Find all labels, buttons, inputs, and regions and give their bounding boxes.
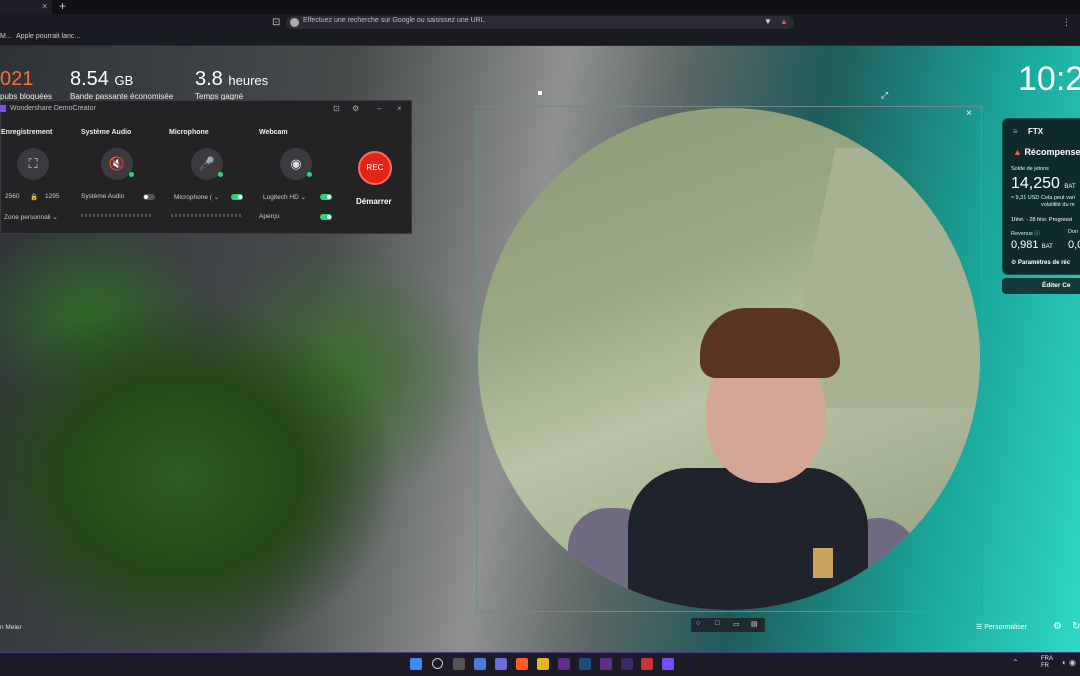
recording-label: Enregistrement (1, 129, 53, 136)
rec-button[interactable]: REC (358, 151, 392, 185)
capture-handle[interactable] (538, 91, 542, 95)
zone-select[interactable]: Zone personnali ⌄ (4, 213, 58, 221)
status-dot (307, 172, 312, 177)
app-icon[interactable] (621, 658, 633, 670)
microphone-label: Microphone (169, 129, 209, 136)
person-vest (628, 468, 868, 610)
tab-strip: × + (0, 0, 1080, 14)
edit-cards-button[interactable]: Éditer Ce (1002, 278, 1080, 294)
revenue-value: 0,981 BAT (1011, 239, 1053, 251)
stop-icon[interactable]: □ (715, 620, 719, 627)
screenshot-icon[interactable]: ⊡ (333, 104, 340, 113)
address-bar-placeholder[interactable]: Effectuez une recherche sur Google ou sa… (303, 17, 485, 24)
windows-start-icon[interactable] (410, 658, 422, 670)
lock-icon[interactable]: 🔒 (30, 193, 38, 201)
tray-chevron-icon[interactable]: ⌃ (1012, 658, 1019, 667)
ftx-brand[interactable]: FTX (1028, 127, 1043, 136)
brave-browser-icon[interactable] (516, 658, 528, 670)
vest-zipper (813, 548, 833, 578)
personalize-button[interactable]: ☰ Personnaliser (976, 623, 1027, 631)
fx-icon[interactable]: ▤ (751, 620, 758, 628)
preview-toggle[interactable] (320, 214, 332, 220)
democreator-logo-icon (0, 105, 6, 112)
preview-label: Aperçu (259, 213, 280, 220)
microphone-select[interactable]: Microphone ( ⌄ (174, 193, 219, 201)
balance-value: 14,250 BAT (1011, 175, 1076, 192)
webcam-toggle[interactable] (320, 194, 332, 200)
gear-icon[interactable]: ⚙ (1053, 621, 1062, 632)
photo-credit[interactable]: n Meier (0, 624, 22, 631)
screen-icon[interactable]: ▭ (733, 620, 740, 628)
system-audio-meter (81, 214, 153, 217)
status-dot (129, 172, 134, 177)
more-menu-icon[interactable]: ⋮ (1062, 17, 1071, 28)
microphone-meter (171, 214, 243, 217)
date-range: 1févr. - 28 févr. Progressi (1011, 217, 1073, 223)
language-indicator[interactable]: FRA FR (1041, 656, 1053, 670)
premiere-icon[interactable] (558, 658, 570, 670)
balance-note: Cela peut vari volatilité du m (1041, 195, 1075, 208)
minimize-icon[interactable]: – (377, 104, 381, 113)
system-audio-select[interactable]: Système Audio (81, 193, 124, 200)
democreator-panel: Wondershare DemoCreator ⊡ ⚙ – × Enregist… (0, 100, 412, 234)
webcam-overlay (478, 108, 980, 610)
webcam-label: Webcam (259, 129, 288, 136)
file-explorer-icon[interactable] (537, 658, 549, 670)
address-bar[interactable]: Effectuez une recherche sur Google ou sa… (286, 16, 794, 29)
recording-control-bar: ○ □ ▭ ▤ (691, 618, 765, 632)
after-effects-icon[interactable] (600, 658, 612, 670)
status-dot (218, 172, 223, 177)
clock: 10:2 (1018, 60, 1080, 98)
balance-label: Solde de jetons (1011, 166, 1049, 172)
time-saved: 3.8 heures (195, 68, 269, 90)
system-audio-label: Système Audio (81, 129, 132, 136)
record-icon[interactable]: ○ (696, 620, 700, 627)
webcam-select[interactable]: Logitech HD ⌄ (263, 193, 306, 201)
balance-usd: ≈ 9,31 USD (1011, 195, 1040, 201)
height-input[interactable]: 1295 (45, 193, 59, 200)
ads-blocked-count: 021 (0, 68, 34, 90)
system-audio-toggle[interactable] (143, 194, 155, 200)
donation-value: 0,0 (1068, 239, 1080, 251)
microphone-toggle[interactable] (231, 194, 243, 200)
democreator-title: Wondershare DemoCreator (10, 105, 96, 112)
taskbar: ⌃ FRA FR ◐ ◉ (0, 652, 1080, 676)
bookmark-item[interactable]: Apple pourrait lanc... (16, 33, 80, 40)
expand-icon[interactable]: ⤢ (881, 90, 888, 101)
width-input[interactable]: 2560 (5, 193, 19, 200)
new-tab-button[interactable]: + (59, 0, 66, 13)
settings-icon[interactable]: ⚙ (352, 104, 359, 113)
rewards-card: ≡ FTX ▲ Récompense Solde de jetons 14,25… (1002, 118, 1080, 275)
start-label[interactable]: Démarrer (356, 197, 392, 206)
revenue-label: Revenus ⓘ (1011, 231, 1040, 237)
tray-icons[interactable]: ◐ ◉ (1062, 658, 1076, 667)
photoshop-icon[interactable] (579, 658, 591, 670)
screen-capture-button[interactable]: ⛶ (17, 148, 49, 180)
ftx-logo-icon: ≡ (1013, 127, 1018, 136)
democreator-taskbar-icon[interactable] (662, 658, 674, 670)
tab-close-icon[interactable]: × (42, 1, 47, 11)
browser-toolbar: ⊡ Effectuez une recherche sur Google ou … (0, 14, 1080, 32)
shield-icon[interactable]: ▼ (764, 17, 772, 26)
close-icon[interactable]: × (397, 104, 402, 113)
bat-icon: ▲ (1013, 147, 1022, 157)
browser-tab[interactable]: × (0, 0, 52, 14)
bookmark-icon[interactable]: ⊡ (272, 17, 280, 28)
donation-label: Don (1068, 229, 1079, 235)
bookmark-item[interactable]: M... (0, 33, 12, 40)
history-icon[interactable]: ↻ (1072, 621, 1080, 632)
bookmarks-bar: M... Apple pourrait lanc... (0, 32, 1080, 46)
task-view-icon[interactable] (453, 658, 465, 670)
close-icon[interactable]: × (966, 108, 972, 119)
rewards-title: ▲ Récompense (1013, 147, 1080, 157)
bandwidth-saved: 8.54 GB (70, 68, 134, 90)
widgets-icon[interactable] (474, 658, 486, 670)
chat-icon[interactable] (495, 658, 507, 670)
rewards-settings-link[interactable]: ⚙ Paramètres de réc (1011, 259, 1070, 266)
person-hair (700, 308, 840, 378)
brave-rewards-icon[interactable]: ▲ (780, 17, 788, 26)
search-icon[interactable] (432, 658, 443, 669)
app-icon[interactable] (641, 658, 653, 670)
google-icon (290, 18, 299, 27)
